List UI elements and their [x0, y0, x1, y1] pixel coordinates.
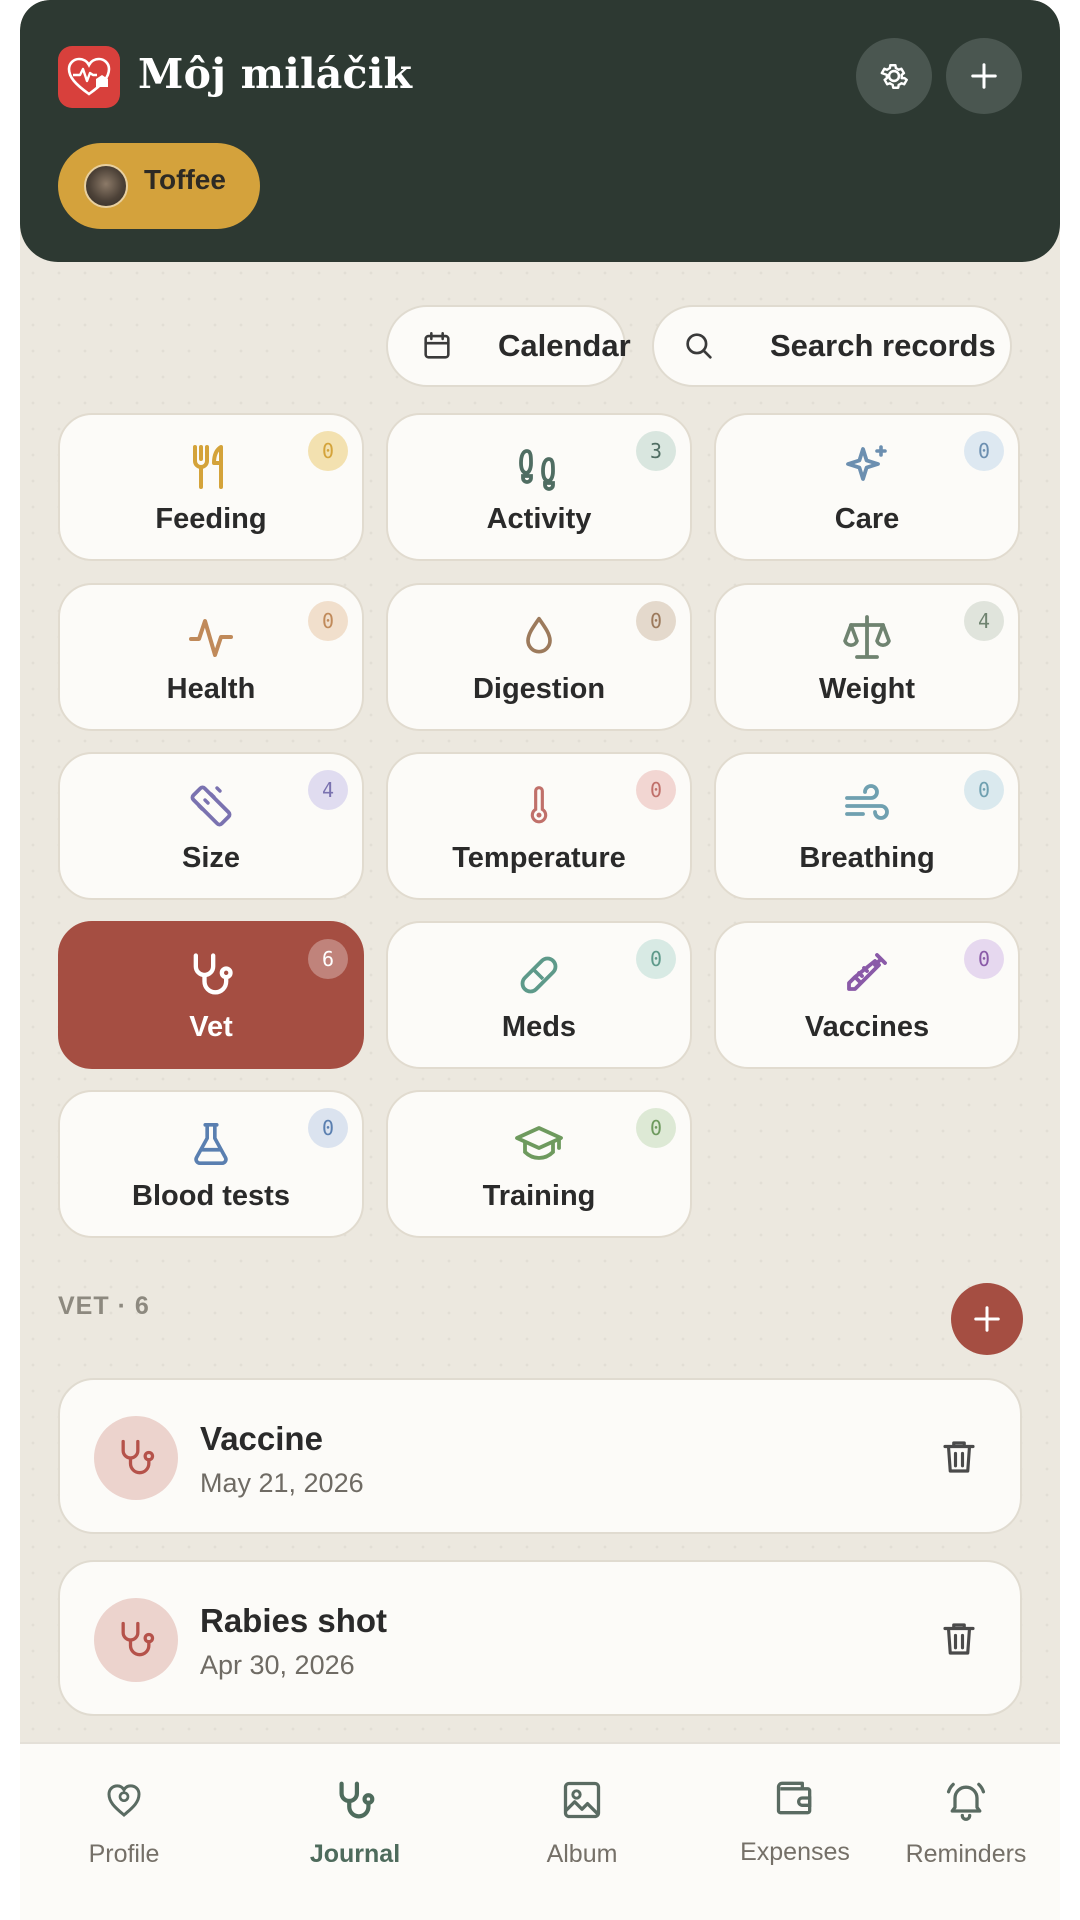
- category-label: Health: [166, 673, 256, 705]
- nav-journal[interactable]: Journal: [270, 1744, 440, 1920]
- category-label: Meds: [501, 1011, 577, 1043]
- category-label: Digestion: [472, 673, 606, 705]
- heart-pulse-icon: [67, 57, 111, 96]
- app-title: Môj miláčik: [138, 50, 413, 98]
- pet-avatar: [84, 164, 128, 208]
- category-label: Care: [834, 503, 900, 535]
- category-health[interactable]: Health 0: [58, 583, 364, 731]
- nav-label: Album: [546, 1840, 618, 1868]
- search-icon: [686, 333, 712, 359]
- category-count-badge: 0: [964, 431, 1004, 471]
- category-training[interactable]: Training 0: [386, 1090, 692, 1238]
- plus-icon: [974, 1306, 1000, 1332]
- nav-label: Expenses: [740, 1838, 850, 1866]
- category-count-badge: 0: [636, 770, 676, 810]
- category-care[interactable]: Care 0: [714, 413, 1020, 561]
- category-weight[interactable]: Weight 4: [714, 583, 1020, 731]
- category-count-badge: 4: [308, 770, 348, 810]
- record-title: Rabies shot: [200, 1602, 388, 1639]
- delete-record-button[interactable]: [938, 1618, 980, 1665]
- category-feeding[interactable]: Feeding 0: [58, 413, 364, 561]
- category-label: Size: [181, 842, 241, 874]
- search-label: Search records: [770, 328, 996, 363]
- nav-profile[interactable]: Profile: [44, 1744, 204, 1920]
- section-title: VET · 6: [58, 1292, 150, 1320]
- category-activity[interactable]: Activity 3: [386, 413, 692, 561]
- record-card[interactable]: Vaccine May 21, 2026: [58, 1378, 1022, 1534]
- app-header: Môj miláčik Toffee: [20, 0, 1060, 262]
- bell-icon: [876, 1778, 1056, 1822]
- stethoscope-icon: [94, 1598, 178, 1682]
- settings-button[interactable]: [856, 38, 932, 114]
- category-count-badge: 0: [308, 431, 348, 471]
- category-temperature[interactable]: Temperature 0: [386, 752, 692, 900]
- trash-icon: [943, 1623, 975, 1655]
- category-count-badge: 0: [308, 601, 348, 641]
- nav-label: Journal: [309, 1840, 401, 1868]
- category-label: Vaccines: [804, 1011, 930, 1043]
- image-icon: [502, 1778, 662, 1822]
- gear-icon: [880, 64, 908, 89]
- add-pet-button[interactable]: [946, 38, 1022, 114]
- nav-label: Reminders: [905, 1840, 1027, 1868]
- search-records-button[interactable]: Search records: [652, 305, 1012, 387]
- nav-reminders[interactable]: Reminders: [876, 1744, 1056, 1920]
- trash-icon: [943, 1441, 975, 1473]
- category-count-badge: 0: [636, 939, 676, 979]
- calendar-button[interactable]: Calendar: [386, 305, 631, 387]
- nav-album[interactable]: Album: [502, 1744, 662, 1920]
- category-count-badge: 0: [964, 939, 1004, 979]
- record-title: Vaccine: [200, 1420, 323, 1457]
- category-label: Vet: [189, 1011, 233, 1043]
- stethoscope-icon: [270, 1778, 440, 1824]
- category-count-badge: 3: [636, 431, 676, 471]
- app-logo: [58, 46, 120, 108]
- bottom-navigation: Profile Journal Album Expenses Reminders: [20, 1742, 1060, 1920]
- app-screen: Môj miláčik Toffee Calendar Search recor…: [20, 0, 1060, 1920]
- record-card[interactable]: Rabies shot Apr 30, 2026: [58, 1560, 1022, 1716]
- category-label: Feeding: [155, 503, 267, 535]
- category-meds[interactable]: Meds 0: [386, 921, 692, 1069]
- category-count-badge: 0: [964, 770, 1004, 810]
- wallet-icon: [705, 1776, 885, 1820]
- category-count-badge: 4: [964, 601, 1004, 641]
- category-breathing[interactable]: Breathing 0: [714, 752, 1020, 900]
- category-vet[interactable]: Vet 6: [58, 921, 364, 1069]
- pet-selector-chip[interactable]: Toffee: [58, 143, 260, 229]
- record-date: May 21, 2026: [200, 1468, 364, 1498]
- category-label: Breathing: [799, 842, 935, 874]
- category-label: Blood tests: [132, 1180, 290, 1212]
- category-blood-tests[interactable]: Blood tests 0: [58, 1090, 364, 1238]
- record-date: Apr 30, 2026: [200, 1650, 355, 1680]
- calendar-label: Calendar: [498, 328, 631, 363]
- nav-label: Profile: [88, 1840, 160, 1868]
- category-size[interactable]: Size 4: [58, 752, 364, 900]
- stethoscope-icon: [94, 1416, 178, 1500]
- pet-name: Toffee: [144, 164, 226, 195]
- category-digestion[interactable]: Digestion 0: [386, 583, 692, 731]
- nav-expenses[interactable]: Expenses: [705, 1744, 885, 1920]
- plus-icon: [971, 63, 997, 89]
- category-count-badge: 0: [308, 1108, 348, 1148]
- category-label: Training: [482, 1180, 596, 1212]
- category-count-badge: 0: [636, 1108, 676, 1148]
- category-count-badge: 0: [636, 601, 676, 641]
- category-count-badge: 6: [308, 939, 348, 979]
- heart-profile-icon: [44, 1778, 204, 1822]
- category-label: Activity: [486, 503, 592, 535]
- delete-record-button[interactable]: [938, 1436, 980, 1483]
- category-label: Weight: [818, 673, 916, 705]
- category-vaccines[interactable]: Vaccines 0: [714, 921, 1020, 1069]
- calendar-icon: [424, 331, 450, 359]
- add-record-button[interactable]: [951, 1283, 1023, 1355]
- category-label: Temperature: [452, 842, 626, 874]
